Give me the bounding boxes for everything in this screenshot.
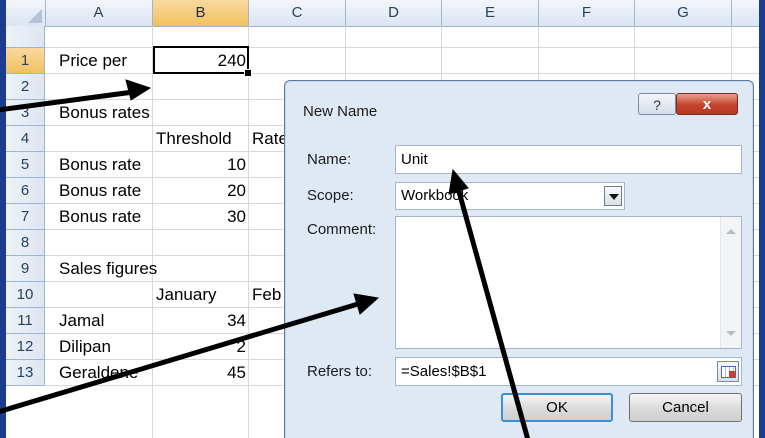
row-header-11[interactable]: 11 xyxy=(6,308,45,334)
row-header-6[interactable]: 6 xyxy=(6,178,45,204)
close-button[interactable]: x xyxy=(676,93,738,115)
cell-b13[interactable]: 45 xyxy=(153,360,249,386)
grid-row xyxy=(45,26,759,48)
cell-b10[interactable]: January xyxy=(153,282,249,308)
cell-b12[interactable]: 2 xyxy=(153,334,249,360)
column-header-d[interactable]: D xyxy=(346,0,442,26)
row-header-4[interactable]: 4 xyxy=(6,126,45,152)
row-header-filler xyxy=(6,26,45,48)
close-icon: x xyxy=(702,96,712,113)
cell-a11[interactable]: Jamal xyxy=(56,308,153,334)
scope-select[interactable]: Workbook xyxy=(395,182,625,210)
row-header-12[interactable]: 12 xyxy=(6,334,45,360)
comment-textarea[interactable] xyxy=(395,216,742,349)
collapse-dialog-icon[interactable] xyxy=(717,361,739,382)
column-header-e[interactable]: E xyxy=(442,0,539,26)
cell-a7[interactable]: Bonus rate xyxy=(56,204,153,230)
cell-b4[interactable]: Threshold xyxy=(153,126,249,152)
column-header-c[interactable]: C xyxy=(249,0,346,26)
cell-b11[interactable]: 34 xyxy=(153,308,249,334)
cell-b6[interactable]: 20 xyxy=(153,178,249,204)
row-header-5[interactable]: 5 xyxy=(6,152,45,178)
comment-scrollbar[interactable] xyxy=(720,217,741,348)
screenshot-stage: A B C D E F G 1 2 3 4 5 6 7 8 9 10 11 12… xyxy=(0,0,765,438)
name-input[interactable]: Unit xyxy=(395,145,742,174)
new-name-dialog: New Name ? x Name: Unit Scope: Workbook … xyxy=(284,80,754,438)
cell-a12[interactable]: Dilipan xyxy=(56,334,153,360)
cell-a9[interactable]: Sales figures xyxy=(56,256,256,282)
active-cell-outline xyxy=(153,46,252,77)
cell-a13[interactable]: Geraldene xyxy=(56,360,153,386)
refers-to-label: Refers to: xyxy=(307,363,373,380)
select-all-corner[interactable] xyxy=(6,0,46,26)
cell-a5[interactable]: Bonus rate xyxy=(56,152,153,178)
column-header-b[interactable]: B xyxy=(153,0,249,26)
help-button[interactable]: ? xyxy=(638,93,676,115)
column-header-a[interactable]: A xyxy=(45,0,153,26)
cell-a1[interactable]: Price per xyxy=(56,48,153,74)
dialog-title: New Name xyxy=(303,103,378,120)
ok-button[interactable]: OK xyxy=(501,393,613,422)
row-header-7[interactable]: 7 xyxy=(6,204,45,230)
cell-b7[interactable]: 30 xyxy=(153,204,249,230)
help-icon: ? xyxy=(653,97,661,113)
scope-label: Scope: xyxy=(307,187,354,204)
comment-label: Comment: xyxy=(307,221,377,238)
scroll-up-icon[interactable] xyxy=(726,229,736,234)
row-header-1[interactable]: 1 xyxy=(6,48,45,74)
row-header-8[interactable]: 8 xyxy=(6,230,45,256)
cancel-button[interactable]: Cancel xyxy=(629,393,742,422)
cell-a6[interactable]: Bonus rate xyxy=(56,178,153,204)
scroll-down-icon[interactable] xyxy=(726,331,736,336)
refers-to-value: =Sales!$B$1 xyxy=(401,363,487,380)
row-header-13[interactable]: 13 xyxy=(6,360,45,386)
row-header-9[interactable]: 9 xyxy=(6,256,45,282)
refers-to-input[interactable]: =Sales!$B$1 xyxy=(395,357,742,386)
row-header-10[interactable]: 10 xyxy=(6,282,45,308)
chevron-down-icon[interactable] xyxy=(604,186,622,206)
column-header-g[interactable]: G xyxy=(635,0,732,26)
cell-b5[interactable]: 10 xyxy=(153,152,249,178)
row-header-3[interactable]: 3 xyxy=(6,100,45,126)
cell-a3[interactable]: Bonus rates xyxy=(56,100,256,126)
column-header-f[interactable]: F xyxy=(539,0,635,26)
name-label: Name: xyxy=(307,151,352,168)
scope-value: Workbook xyxy=(401,187,469,204)
row-header-2[interactable]: 2 xyxy=(6,74,45,100)
